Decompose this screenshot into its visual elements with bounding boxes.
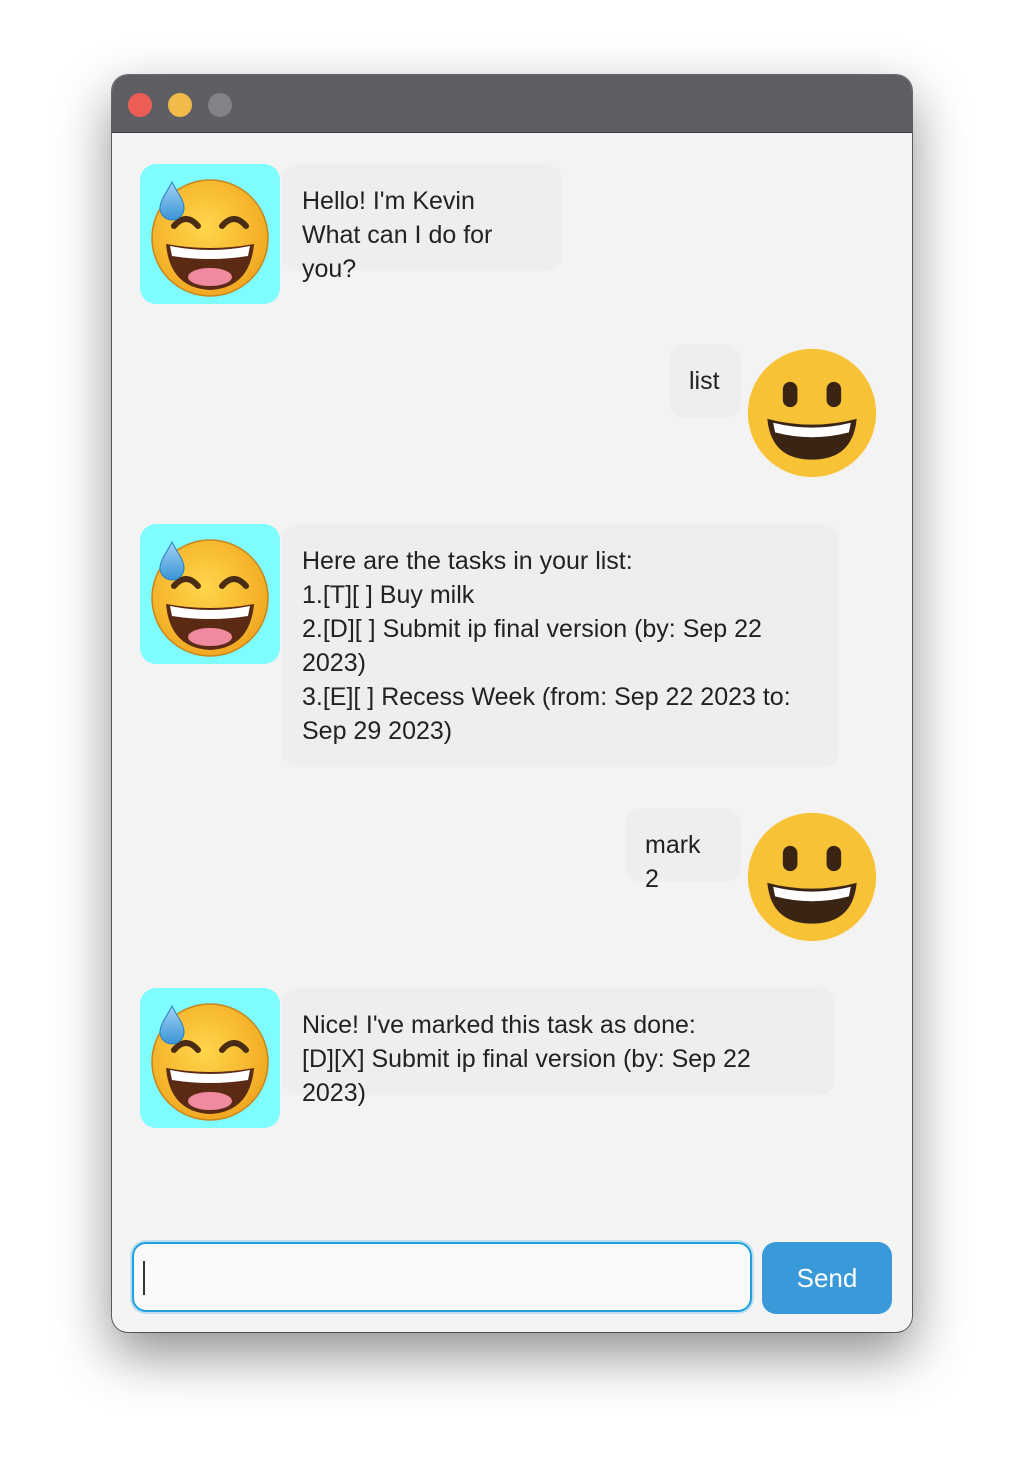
grinning-sweat-emoji-icon	[140, 524, 280, 664]
app-window: Hello! I'm Kevin What can I do for you? …	[112, 75, 912, 1332]
message-input[interactable]	[132, 1242, 752, 1312]
grinning-sweat-emoji-icon	[140, 164, 280, 304]
minimize-window-button[interactable]	[168, 93, 192, 117]
send-button[interactable]: Send	[762, 1242, 892, 1314]
user-message-bubble: list	[669, 344, 741, 418]
bot-message-bubble: Hello! I'm Kevin What can I do for you?	[282, 164, 562, 283]
user-message-bubble: mark 2	[625, 808, 741, 893]
user-avatar	[744, 809, 880, 945]
smiling-emoji-icon	[744, 809, 880, 945]
chat-dialog-area[interactable]: Hello! I'm Kevin What can I do for you? …	[134, 153, 890, 1217]
bot-avatar	[140, 988, 280, 1128]
maximize-window-button[interactable]	[208, 93, 232, 117]
smiling-emoji-icon	[744, 345, 880, 481]
bot-message-bubble: Nice! I've marked this task as done: [D]…	[282, 988, 835, 1107]
bot-message-bubble: Here are the tasks in your list: 1.[T][ …	[282, 524, 839, 767]
close-window-button[interactable]	[128, 93, 152, 117]
grinning-sweat-emoji-icon	[140, 988, 280, 1128]
title-bar	[112, 75, 912, 133]
bot-avatar	[140, 164, 280, 304]
bot-avatar	[140, 524, 280, 664]
user-avatar	[744, 345, 880, 481]
text-caret	[143, 1261, 145, 1295]
